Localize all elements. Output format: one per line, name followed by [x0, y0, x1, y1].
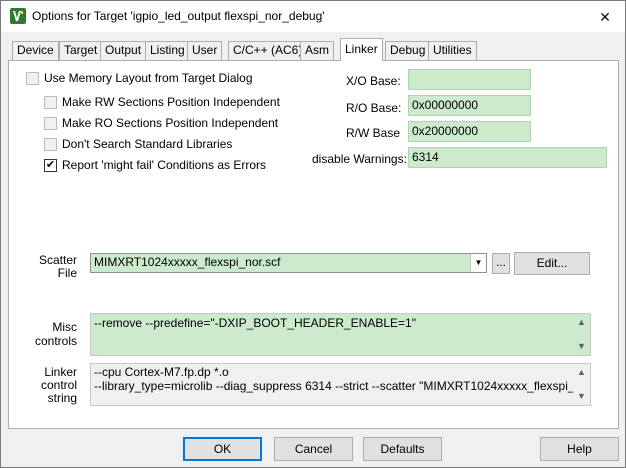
checkbox-box — [44, 96, 57, 109]
tab-listing[interactable]: Listing — [145, 41, 190, 60]
label-line: Misc — [52, 320, 77, 334]
close-icon[interactable]: ✕ — [591, 5, 619, 29]
tab-label: Debug — [390, 43, 426, 57]
help-button[interactable]: Help — [540, 437, 619, 461]
checkbox-box — [26, 72, 39, 85]
ok-button[interactable]: OK — [183, 437, 262, 461]
tab-label: Linker — [345, 42, 378, 56]
xo-base-label: X/O Base: — [346, 74, 401, 88]
tab-label: Target — [64, 43, 98, 57]
options-dialog: Options for Target 'igpio_led_output fle… — [0, 0, 626, 468]
tab-label: Utilities — [433, 43, 472, 57]
disable-warnings-input[interactable]: 6314 — [408, 147, 607, 168]
linker-string-line: --cpu Cortex-M7.fp.dp *.o — [94, 365, 229, 379]
misc-controls-scrollbar[interactable]: ▲ ▼ — [573, 314, 590, 355]
tab-user[interactable]: User — [187, 41, 223, 60]
tab-label: C/C++ (AC6) — [233, 43, 303, 57]
tab-label: Device — [17, 43, 54, 57]
checkbox-label: Make RW Sections Position Independent — [62, 95, 280, 109]
tab-linker[interactable]: Linker — [340, 38, 383, 61]
browse-scatter-button[interactable]: ... — [492, 253, 510, 274]
tab-label: User — [192, 43, 218, 57]
xo-base-input[interactable] — [408, 69, 531, 90]
tab-utilities[interactable]: Utilities — [428, 41, 477, 60]
label-line: File — [57, 266, 77, 280]
linker-control-string-label: Linker control string — [31, 366, 77, 405]
scatter-file-value: MIMXRT1024xxxxx_flexspi_nor.scf — [94, 255, 281, 269]
misc-controls-text: --remove --predefine="-DXIP_BOOT_HEADER_… — [94, 316, 416, 330]
scatter-file-dropdown[interactable]: MIMXRT1024xxxxx_flexspi_nor.scf ▼ — [90, 253, 487, 273]
checkbox-label: Make RO Sections Position Independent — [62, 116, 279, 130]
tab-device[interactable]: Device — [12, 41, 59, 60]
rw-base-input[interactable]: 0x20000000 — [408, 121, 531, 142]
rw-base-label: R/W Base — [346, 126, 401, 140]
checkbox-label: Report 'might fail' Conditions as Errors — [62, 158, 266, 172]
linker-tab-panel: Use Memory Layout from Target Dialog Mak… — [8, 60, 619, 429]
chevron-down-icon[interactable]: ▼ — [573, 388, 590, 405]
defaults-button[interactable]: Defaults — [363, 437, 442, 461]
tab-label: Output — [105, 43, 142, 57]
misc-controls-textarea[interactable]: --remove --predefine="-DXIP_BOOT_HEADER_… — [90, 313, 591, 356]
edit-scatter-button[interactable]: Edit... — [514, 252, 590, 275]
chevron-up-icon[interactable]: ▲ — [573, 364, 590, 381]
disable-warnings-label: disable Warnings: — [312, 152, 407, 166]
linker-control-string-textarea[interactable]: --cpu Cortex-M7.fp.dp *.o --library_type… — [90, 363, 591, 406]
checkmark-icon: ✔ — [44, 159, 57, 172]
tab-label: Listing — [150, 43, 185, 57]
checkbox-label: Use Memory Layout from Target Dialog — [44, 71, 253, 85]
tab-asm[interactable]: Asm — [300, 41, 334, 60]
ro-base-label: R/O Base: — [346, 101, 402, 115]
keil-app-icon — [10, 8, 26, 24]
chevron-down-icon[interactable]: ▼ — [573, 338, 590, 355]
label-line: controls — [34, 334, 77, 348]
linker-string-line: --library_type=microlib --diag_suppress … — [94, 379, 591, 393]
linker-string-scrollbar[interactable]: ▲ ▼ — [573, 364, 590, 405]
ro-base-input[interactable]: 0x00000000 — [408, 95, 531, 116]
chevron-up-icon[interactable]: ▲ — [573, 314, 590, 331]
cancel-button[interactable]: Cancel — [274, 437, 353, 461]
title-bar[interactable]: Options for Target 'igpio_led_output fle… — [1, 1, 625, 32]
tab-label: Asm — [305, 43, 329, 57]
scatter-file-label: Scatter File — [37, 254, 77, 280]
checkbox-box — [44, 117, 57, 130]
tab-target[interactable]: Target — [59, 41, 103, 60]
checkbox-label: Don't Search Standard Libraries — [62, 137, 233, 151]
misc-controls-label: Misc controls — [31, 320, 77, 348]
tab-output[interactable]: Output — [100, 41, 147, 60]
checkbox-box — [44, 138, 57, 151]
tab-debug[interactable]: Debug — [385, 41, 431, 60]
label-line: string — [47, 391, 77, 405]
tab-c-cpp[interactable]: C/C++ (AC6) — [228, 41, 308, 60]
window-title: Options for Target 'igpio_led_output fle… — [32, 9, 325, 23]
chevron-down-icon[interactable]: ▼ — [470, 254, 486, 272]
